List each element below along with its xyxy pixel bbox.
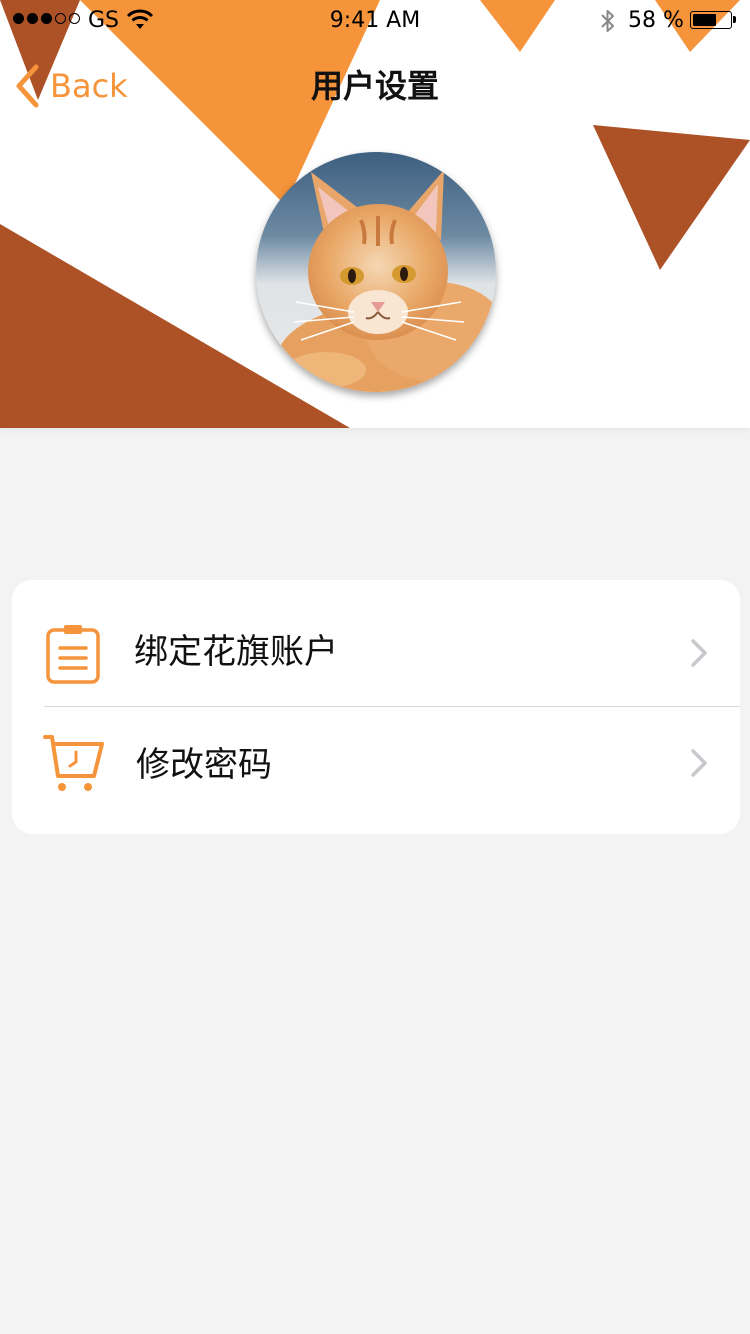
avatar[interactable] bbox=[256, 152, 496, 392]
clipboard-icon bbox=[46, 625, 100, 684]
bind-account-label: 绑定花旗账户 bbox=[134, 632, 338, 672]
battery-icon bbox=[690, 11, 736, 29]
row-divider bbox=[44, 706, 740, 707]
chevron-right-icon bbox=[691, 639, 707, 667]
bind-account-row[interactable]: 绑定花旗账户 bbox=[12, 598, 740, 708]
chevron-right-icon bbox=[691, 749, 707, 777]
battery-percent: 58 % bbox=[628, 8, 684, 33]
change-password-row[interactable]: 修改密码 bbox=[12, 708, 740, 818]
bluetooth-icon bbox=[601, 10, 614, 32]
profile-header: GS 9:41 AM 58 % Back 用户设置 bbox=[0, 0, 750, 428]
settings-card: 绑定花旗账户 修改密码 bbox=[12, 580, 740, 834]
cat-photo bbox=[256, 152, 496, 392]
page-title: 用户设置 bbox=[310, 67, 439, 105]
cart-icon bbox=[43, 735, 104, 791]
change-password-label: 修改密码 bbox=[136, 745, 272, 785]
status-bar: GS 9:41 AM 58 % bbox=[0, 0, 750, 40]
